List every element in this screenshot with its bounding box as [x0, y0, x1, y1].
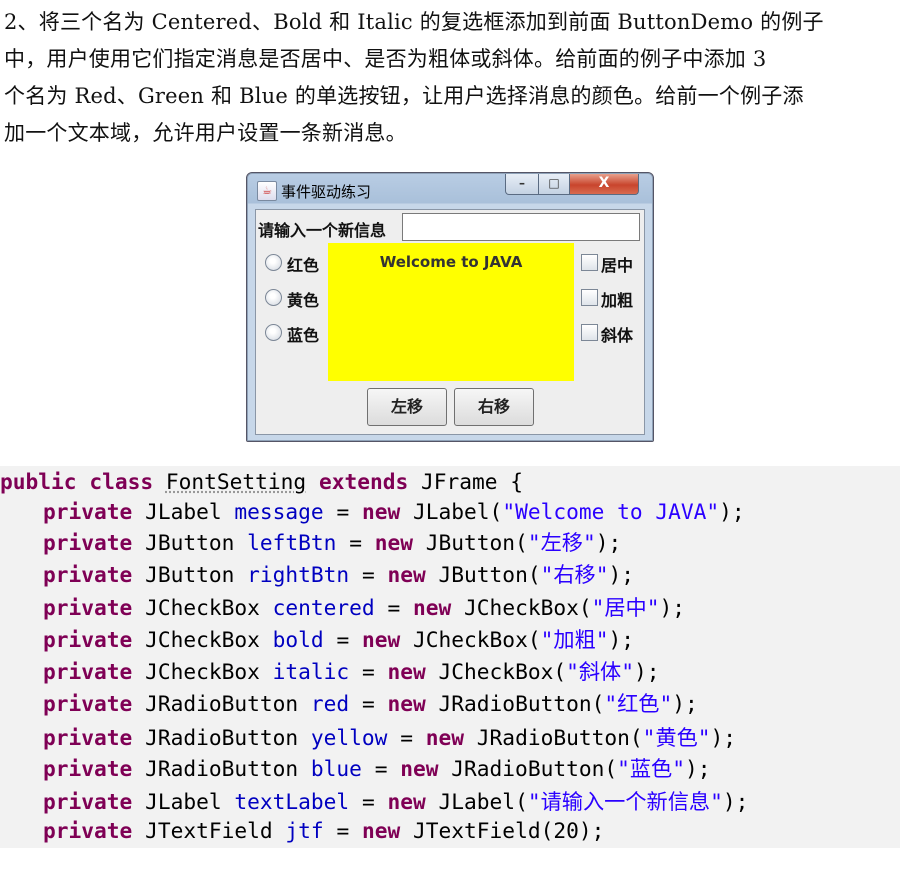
radio-red[interactable]	[265, 254, 282, 271]
maximize-button[interactable]: □	[538, 174, 570, 195]
radio-blue[interactable]	[265, 324, 282, 341]
welcome-message: Welcome to JAVA	[379, 253, 523, 271]
title-bar[interactable]: ☕ 事件驱动练习 – □ X	[247, 173, 653, 205]
code-line: private JButton rightBtn = new JButton("…	[43, 562, 634, 587]
radio-yellow-label[interactable]: 黄色	[287, 287, 319, 311]
code-line: private JLabel message = new JLabel("Wel…	[43, 499, 745, 524]
checkbox-italic-label[interactable]: 斜体	[601, 322, 633, 346]
input-label: 请输入一个新信息	[258, 221, 387, 240]
code-class-header: public class FontSetting extends JFrame …	[0, 469, 524, 494]
move-left-button[interactable]: 左移	[367, 388, 447, 426]
message-text-field[interactable]	[402, 213, 640, 241]
code-block: public class FontSetting extends JFrame …	[0, 466, 900, 848]
window-content: 请输入一个新信息 红色 黄色 蓝色 Welcome to JAVA 居中 加粗 …	[255, 209, 645, 435]
code-line: private JTextField jtf = new JTextField(…	[43, 818, 605, 843]
code-line: private JCheckBox centered = new JCheckB…	[43, 595, 686, 620]
code-line: private JRadioButton red = new JRadioBut…	[43, 691, 698, 716]
paragraph-line: 个名为 Red、Green 和 Blue 的单选按钮，让用户选择消息的颜色。给前…	[4, 84, 804, 108]
checkbox-bold[interactable]	[581, 289, 598, 306]
radio-yellow[interactable]	[265, 289, 282, 306]
code-line: private JButton leftBtn = new JButton("左…	[43, 530, 622, 555]
code-line: private JCheckBox bold = new JCheckBox("…	[43, 627, 634, 652]
demo-window: ☕ 事件驱动练习 – □ X 请输入一个新信息 红色 黄色 蓝色 Welcome…	[246, 172, 654, 442]
checkbox-centered-label[interactable]: 居中	[601, 252, 633, 276]
radio-blue-label[interactable]: 蓝色	[287, 322, 319, 346]
java-app-icon: ☕	[257, 181, 277, 201]
code-line: private JRadioButton blue = new JRadioBu…	[43, 756, 711, 781]
minimize-button[interactable]: –	[505, 174, 539, 195]
paragraph-line: 加一个文本域，允许用户设置一条新消息。	[4, 121, 407, 145]
paragraph-line: 中，用户使用它们指定消息是否居中、是否为粗体或斜体。给前面的例子中添加 3	[4, 47, 767, 71]
move-right-button[interactable]: 右移	[454, 388, 534, 426]
code-line: private JRadioButton yellow = new JRadio…	[43, 725, 737, 750]
exercise-paragraph: 2、将三个名为 Centered、Bold 和 Italic 的复选框添加到前面…	[4, 4, 896, 152]
checkbox-centered[interactable]	[581, 254, 598, 271]
radio-red-label[interactable]: 红色	[287, 252, 319, 276]
code-line: private JLabel textLabel = new JLabel("请…	[43, 789, 749, 814]
code-line: private JCheckBox italic = new JCheckBox…	[43, 659, 660, 684]
paragraph-line: 2、将三个名为 Centered、Bold 和 Italic 的复选框添加到前面…	[4, 10, 824, 34]
checkbox-italic[interactable]	[581, 324, 598, 341]
close-button[interactable]: X	[569, 174, 639, 195]
checkbox-bold-label[interactable]: 加粗	[601, 287, 633, 311]
window-title: 事件驱动练习	[281, 183, 372, 201]
message-panel: Welcome to JAVA	[328, 243, 574, 381]
